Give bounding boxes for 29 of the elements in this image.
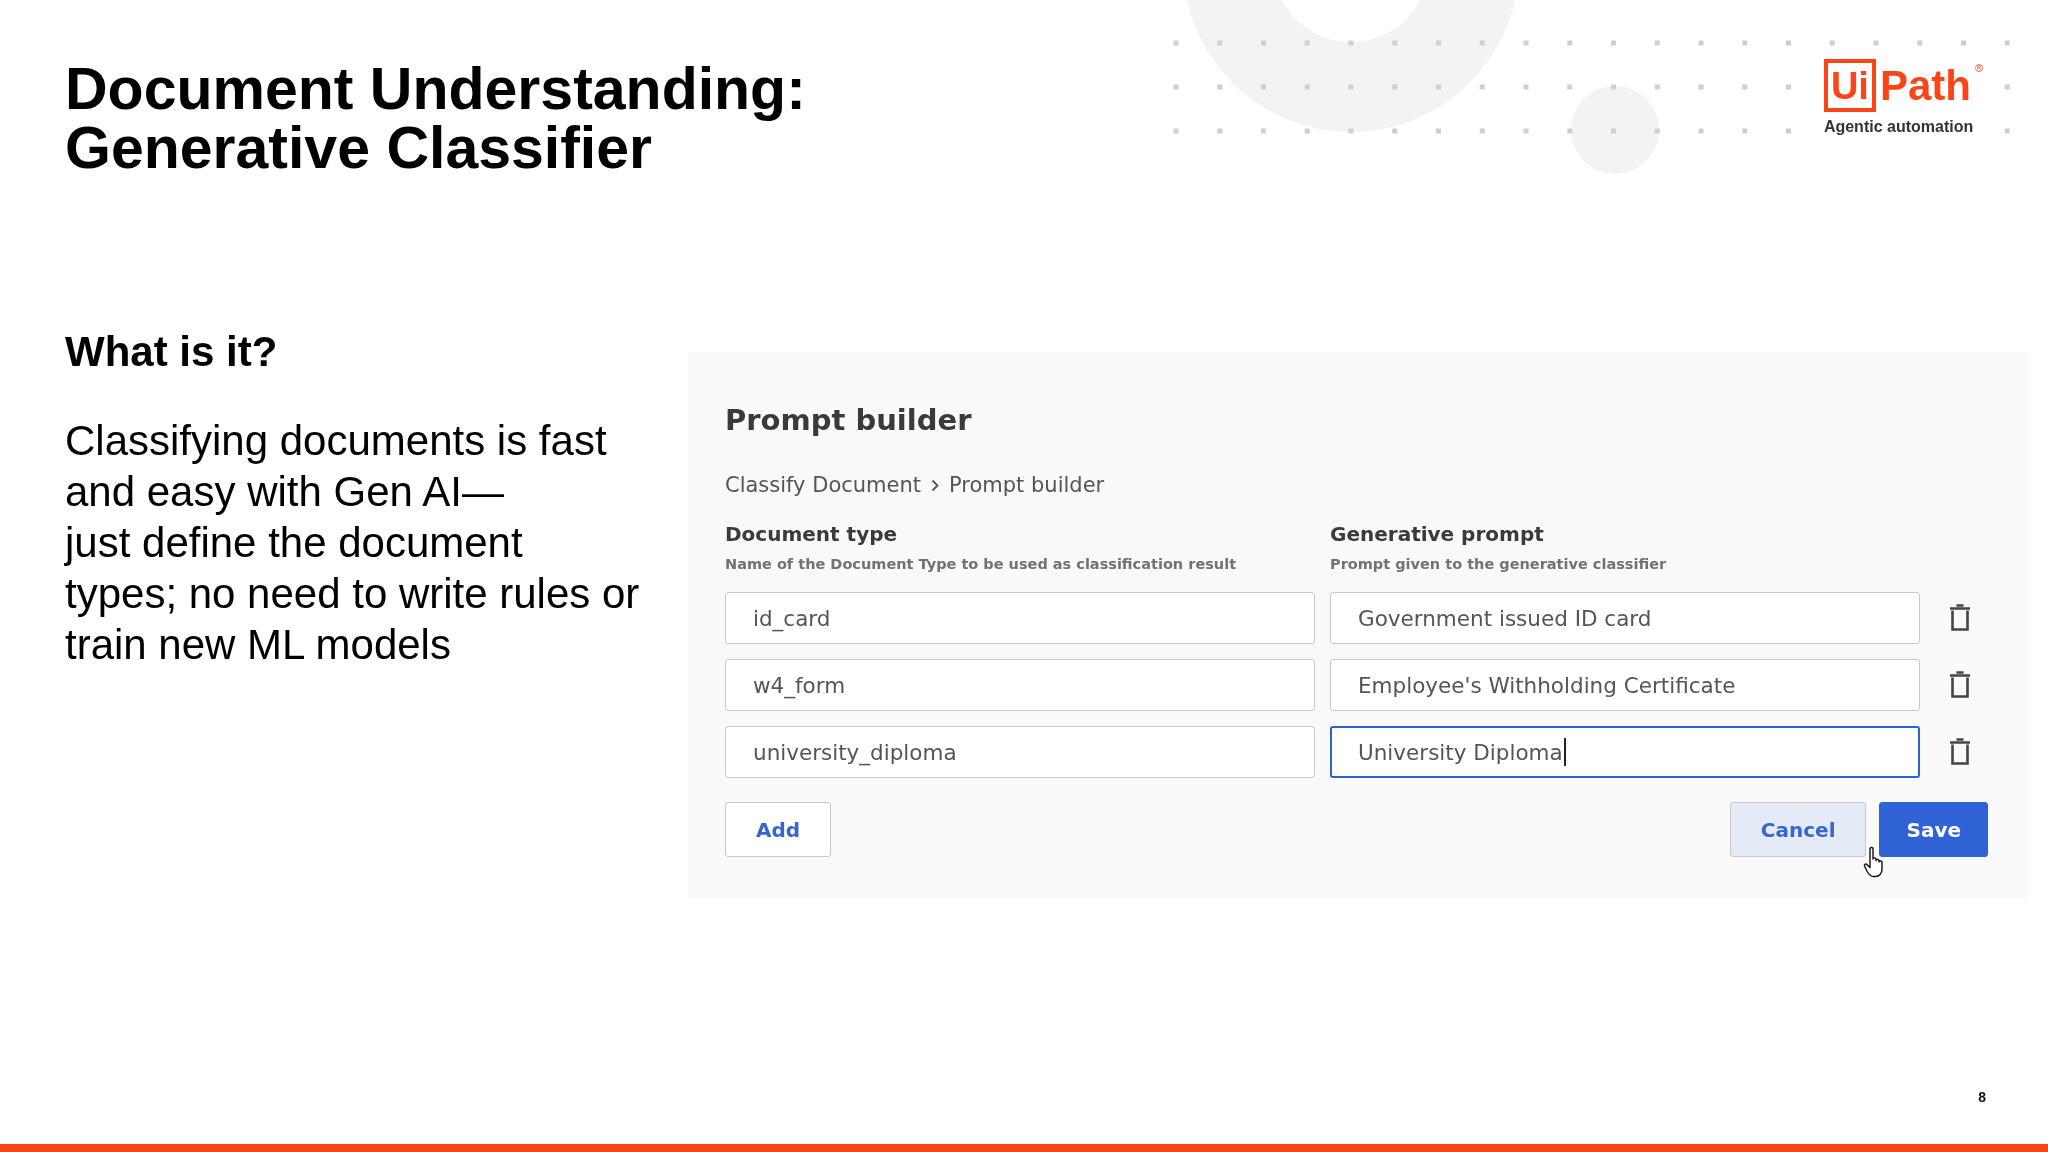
document-type-field[interactable]: university_diploma: [725, 726, 1315, 778]
prompt-field[interactable]: Government issued ID card: [1330, 592, 1920, 644]
panel-title: Prompt builder: [725, 402, 973, 439]
document-type-field[interactable]: id_card: [725, 592, 1315, 644]
breadcrumb-current: Prompt builder: [949, 472, 1105, 499]
secondary-button[interactable]: Cancel: [1729, 802, 1867, 857]
page-number: 8: [1978, 1088, 1986, 1107]
breadcrumb-link[interactable]: Classify Document: [725, 470, 921, 500]
prompt-field[interactable]: Employee's Withholding Certificate: [1330, 659, 1920, 711]
add-button[interactable]: Add: [725, 802, 832, 857]
column-hint: Name of the Document Type to be used as classification result: [725, 555, 1238, 574]
document-type-field[interactable]: w4_form: [725, 659, 1315, 711]
prompt-field[interactable]: University Diploma: [1330, 726, 1920, 778]
chevron-right-icon: [931, 478, 939, 492]
registered-mark: ®: [1974, 61, 1983, 75]
trash-icon[interactable]: [1949, 671, 1971, 699]
logo-tagline: Agentic automation: [1823, 118, 1974, 136]
column-hint: Prompt given to the generative classifier: [1330, 555, 1668, 574]
logo-wordmark: Path: [1879, 61, 1971, 111]
logo-mark: Ui: [1823, 59, 1876, 112]
intro-paragraph: Classifying documents is fast and easy with Gen AI— just define the document types; no need to write rules or train new ML models: [65, 416, 641, 670]
column-label: Document type: [725, 521, 899, 548]
column-label: Generative prompt: [1330, 521, 1545, 548]
trash-icon[interactable]: [1949, 738, 1971, 766]
trash-icon[interactable]: [1949, 604, 1971, 632]
slide-title: Document Understanding: Generative Classifier: [65, 60, 807, 178]
primary-button[interactable]: Save: [1879, 802, 1988, 857]
text-caret-icon: [1563, 738, 1566, 766]
section-heading: What is it?: [65, 327, 279, 377]
